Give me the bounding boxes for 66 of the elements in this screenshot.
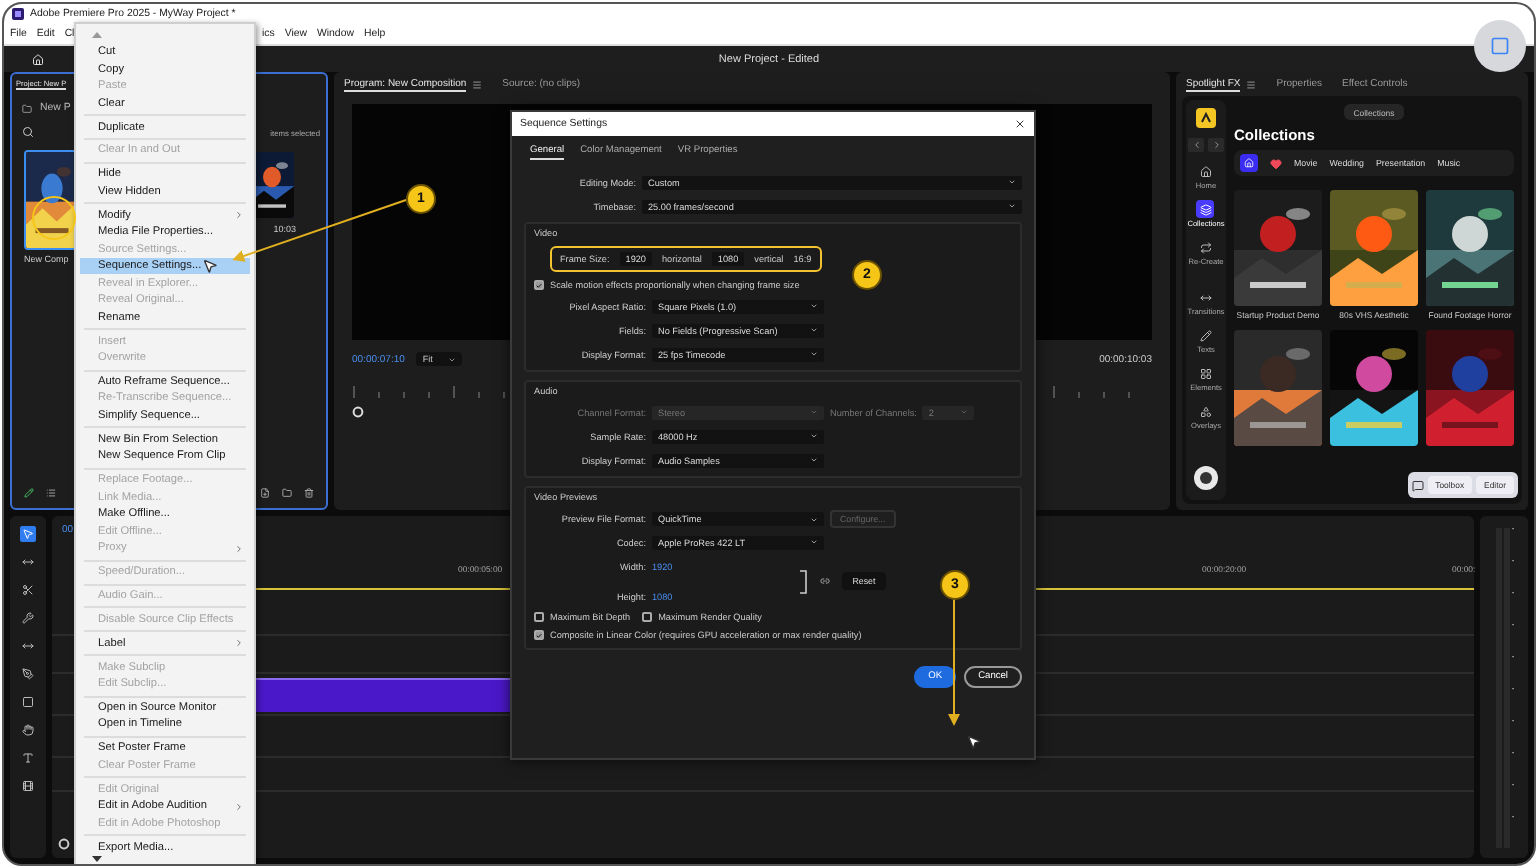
cursor-icon (966, 734, 982, 750)
panel-menu-icon[interactable] (1246, 80, 1257, 90)
home-icon (1244, 158, 1254, 168)
tool-button[interactable] (20, 582, 36, 598)
wrench-icon (22, 612, 34, 624)
checkmark-icon (536, 281, 542, 289)
link-bracket-icon (800, 569, 809, 593)
new-item-icon[interactable] (260, 488, 270, 498)
tool-button[interactable] (20, 778, 36, 794)
rectangle-icon (22, 696, 34, 708)
cursor-icon (202, 258, 218, 274)
tool-button[interactable] (20, 610, 36, 626)
template-card[interactable] (1426, 190, 1514, 306)
hand-icon (22, 724, 34, 736)
text-icon (22, 752, 34, 764)
app-logo-icon (1196, 108, 1216, 128)
arrows-icon (22, 556, 34, 568)
template-card[interactable] (1330, 190, 1418, 306)
link-icon[interactable] (820, 576, 831, 586)
scissors-icon (22, 584, 34, 596)
clip-thumbnail[interactable] (24, 150, 80, 250)
home-filter-button[interactable] (1240, 154, 1258, 172)
selection-tool-icon (22, 528, 34, 540)
chat-icon[interactable] (1411, 479, 1424, 491)
checkmark-icon (536, 631, 542, 639)
favorites-icon[interactable] (1270, 157, 1282, 169)
tool-button[interactable] (20, 750, 36, 766)
checkbox[interactable] (534, 630, 544, 640)
leader-arrow (948, 596, 960, 726)
film-icon (22, 780, 34, 792)
layers-icon (1199, 203, 1212, 215)
panel-menu-icon[interactable] (472, 80, 483, 90)
pencil-icon (1200, 329, 1212, 341)
scroll-handle[interactable] (58, 838, 70, 850)
chevron-right-icon (1211, 140, 1221, 150)
search-icon[interactable] (22, 126, 34, 138)
pencil-icon[interactable] (24, 488, 34, 498)
grid-icon (1199, 367, 1212, 379)
scroll-up-icon[interactable] (92, 32, 102, 38)
bin-icon (22, 103, 32, 113)
template-card[interactable] (1234, 330, 1322, 447)
arrows-icon (1200, 291, 1212, 303)
list-view-icon[interactable] (46, 488, 56, 498)
trash-icon[interactable] (304, 488, 314, 498)
arrows-icon (22, 640, 34, 652)
scrub-handle[interactable] (352, 406, 364, 418)
home-icon (1199, 165, 1212, 177)
highlight-ring (32, 196, 76, 240)
shapes-icon (1199, 405, 1212, 417)
close-icon[interactable] (1014, 118, 1026, 130)
app-logo-icon (12, 8, 24, 20)
tool-button[interactable] (20, 722, 36, 738)
profile-icon[interactable] (1192, 464, 1220, 492)
back-button[interactable] (1188, 138, 1204, 152)
screen-capture-icon (1490, 36, 1510, 56)
checkbox[interactable] (534, 280, 544, 290)
tool-button[interactable] (20, 694, 36, 710)
template-card[interactable] (1330, 330, 1418, 447)
repeat-icon (1199, 241, 1212, 253)
folder-icon[interactable] (282, 488, 292, 498)
chevron-left-icon (1191, 140, 1201, 150)
home-icon[interactable] (32, 53, 44, 65)
pen-icon (22, 668, 34, 680)
checkbox[interactable] (534, 612, 544, 622)
checkbox[interactable] (642, 612, 653, 622)
tool-button[interactable] (20, 666, 36, 682)
